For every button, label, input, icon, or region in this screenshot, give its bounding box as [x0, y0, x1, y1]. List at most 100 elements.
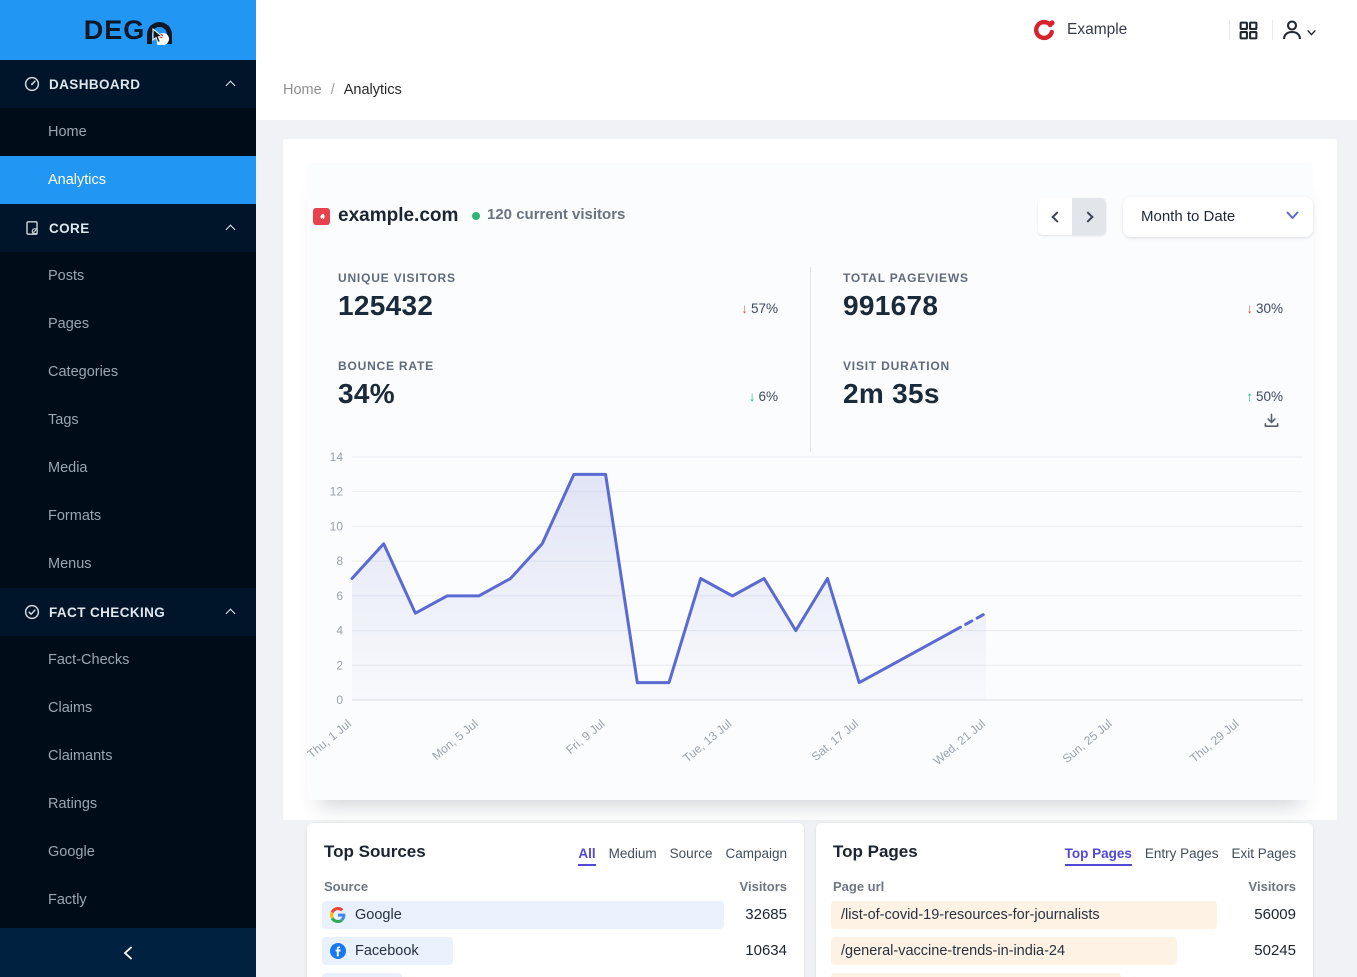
source-link[interactable]: Facebook: [322, 937, 453, 965]
page-content: example.com 120 current visitors Month t…: [256, 120, 1357, 977]
top-header: Example: [256, 0, 1357, 60]
live-dot-icon: [472, 212, 480, 220]
breadcrumb-home-link[interactable]: Home: [283, 82, 322, 98]
stat-value: 125432: [338, 290, 778, 322]
svg-text:6: 6: [336, 589, 343, 603]
google-icon: [330, 907, 346, 923]
svg-text:8: 8: [336, 554, 343, 568]
brand-red-icon: [1032, 18, 1057, 43]
table-row-partial: [816, 973, 1313, 977]
svg-text:Sun, 25 Jul: Sun, 25 Jul: [1060, 717, 1115, 766]
stat-value: 34%: [338, 378, 778, 410]
sidebar-item-claims[interactable]: Claims: [0, 684, 256, 732]
tab-exit-pages[interactable]: Exit Pages: [1231, 846, 1296, 866]
row-visitors-value: 32685: [745, 906, 787, 923]
svg-text:Thu, 29 Jul: Thu, 29 Jul: [1187, 717, 1241, 766]
table-row: /general-vaccine-trends-in-india-2450245: [816, 937, 1313, 965]
period-dropdown[interactable]: Month to Date: [1123, 197, 1313, 237]
svg-text:14: 14: [330, 450, 344, 464]
chevron-down-icon: [1286, 211, 1299, 220]
row-label: Google: [355, 907, 402, 923]
tab-all[interactable]: All: [578, 846, 595, 866]
previous-period-button[interactable]: [1038, 198, 1072, 235]
chevron-left-icon: [1051, 211, 1062, 222]
svg-text:Wed, 21 Jul: Wed, 21 Jul: [931, 717, 988, 768]
sidebar-item-posts[interactable]: Posts: [0, 252, 256, 300]
sidebar-item-categories[interactable]: Categories: [0, 348, 256, 396]
stat-change-badge: ↓30%: [1246, 301, 1283, 316]
column-visitors: Visitors: [740, 879, 787, 894]
chevron-up-icon: [226, 81, 236, 91]
stat-bounce-rate: BOUNCE RATE 34% ↓6%: [338, 359, 778, 410]
breadcrumb: Home / Analytics: [256, 60, 1357, 120]
space-selector-label: Example: [1067, 21, 1127, 39]
sidebar-item-media[interactable]: Media: [0, 444, 256, 492]
stat-total-pageviews: TOTAL PAGEVIEWS 991678 ↓30%: [843, 271, 1283, 322]
partial-row-bar[interactable]: [831, 973, 1121, 977]
sidebar-section-fact-checking[interactable]: FACT CHECKING: [0, 588, 256, 636]
page-url-link[interactable]: /list-of-covid-19-resources-for-journali…: [831, 901, 1217, 929]
svg-text:0: 0: [336, 693, 343, 707]
dashboard-icon: [24, 76, 40, 92]
chevron-left-icon: [122, 946, 134, 960]
top-sources-card: Top Sources AllMediumSourceCampaign Sour…: [307, 823, 804, 977]
tab-campaign[interactable]: Campaign: [725, 846, 787, 866]
tab-medium[interactable]: Medium: [609, 846, 657, 866]
top-sources-rows: Google 32685 Facebook10634: [307, 901, 804, 977]
sidebar-section-dashboard[interactable]: DASHBOARD: [0, 60, 256, 108]
next-period-button[interactable]: [1072, 198, 1106, 235]
sidebar-item-fact-checks[interactable]: Fact-Checks: [0, 636, 256, 684]
logo-bar: DEG: [0, 0, 256, 60]
arrow-up-icon: ↑: [1246, 389, 1253, 404]
stat-value: 991678: [843, 290, 1283, 322]
sidebar-item-formats[interactable]: Formats: [0, 492, 256, 540]
table-row: Facebook10634: [307, 937, 804, 965]
svg-text:Thu, 1 Jul: Thu, 1 Jul: [307, 717, 354, 762]
svg-text:Sat, 17 Jul: Sat, 17 Jul: [809, 717, 861, 764]
tab-entry-pages[interactable]: Entry Pages: [1145, 846, 1219, 866]
table-row: /list-of-covid-19-resources-for-journali…: [816, 901, 1313, 929]
core-icon: [24, 220, 40, 236]
source-link[interactable]: Google: [322, 901, 724, 929]
sidebar-collapse-trigger[interactable]: [0, 928, 256, 977]
tab-top-pages[interactable]: Top Pages: [1065, 846, 1132, 866]
logo-text: DEG: [84, 17, 146, 44]
svg-text:12: 12: [330, 485, 344, 499]
grid-icon: [1238, 20, 1259, 41]
sidebar-section-core[interactable]: CORE: [0, 204, 256, 252]
download-icon[interactable]: [1263, 412, 1280, 434]
chevron-up-icon: [226, 609, 236, 619]
sidebar-item-claimants[interactable]: Claimants: [0, 732, 256, 780]
top-pages-rows: /list-of-covid-19-resources-for-journali…: [816, 901, 1313, 977]
sidebar-item-analytics[interactable]: Analytics: [0, 156, 256, 204]
sidebar-item-home[interactable]: Home: [0, 108, 256, 156]
partial-row-bar[interactable]: [322, 973, 402, 977]
sidebar-item-menus[interactable]: Menus: [0, 540, 256, 588]
arrow-down-icon: ↓: [749, 389, 756, 404]
row-label: Facebook: [355, 943, 419, 959]
sidebar-item-factly[interactable]: Factly: [0, 876, 256, 924]
tab-source[interactable]: Source: [670, 846, 713, 866]
stat-change-badge: ↓57%: [741, 301, 778, 316]
sidebar-item-tags[interactable]: Tags: [0, 396, 256, 444]
stat-visit-duration: VISIT DURATION 2m 35s ↑50%: [843, 359, 1283, 410]
analytics-content-card: example.com 120 current visitors Month t…: [283, 139, 1337, 820]
column-source: Source: [324, 879, 368, 894]
mouse-cursor-icon: [152, 28, 165, 49]
svg-text:Mon, 5 Jul: Mon, 5 Jul: [429, 717, 480, 763]
header-divider: [1272, 20, 1273, 40]
user-menu-button[interactable]: [1280, 0, 1316, 60]
table-row-partial: [307, 973, 804, 977]
chevron-up-icon: [226, 225, 236, 235]
sidebar-item-pages[interactable]: Pages: [0, 300, 256, 348]
visitors-area-chart[interactable]: 02468101214Thu, 1 JulMon, 5 JulFri, 9 Ju…: [307, 443, 1313, 788]
stat-change-badge: ↑50%: [1246, 389, 1283, 404]
breadcrumb-separator: /: [331, 82, 335, 98]
sidebar-item-google[interactable]: Google: [0, 828, 256, 876]
row-visitors-value: 56009: [1254, 906, 1296, 923]
stat-change-value: 6%: [758, 389, 778, 404]
apps-grid-button[interactable]: [1238, 0, 1262, 60]
page-url-link[interactable]: /general-vaccine-trends-in-india-24: [831, 937, 1177, 965]
sidebar-item-ratings[interactable]: Ratings: [0, 780, 256, 828]
top-pages-column-headers: Page url Visitors: [833, 879, 1296, 894]
